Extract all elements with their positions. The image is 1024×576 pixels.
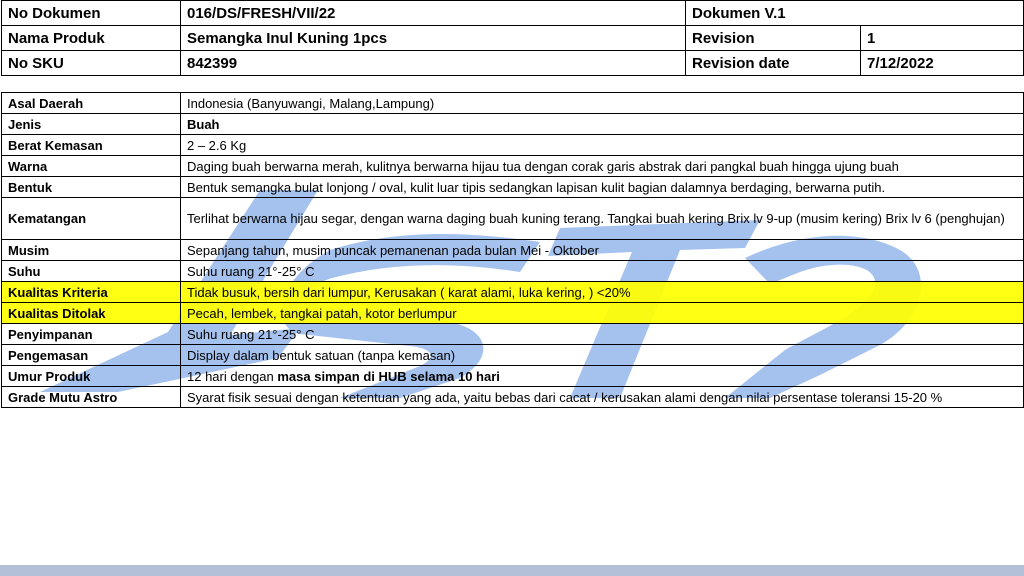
revision-date-label: Revision date	[685, 50, 861, 76]
spec-label: Bentuk	[1, 176, 181, 198]
spec-row-musim: Musim Sepanjang tahun, musim puncak pema…	[1, 239, 1024, 261]
spec-row-pengemasan: Pengemasan Display dalam bentuk satuan (…	[1, 344, 1024, 366]
spec-value: Sepanjang tahun, musim puncak pemanenan …	[180, 239, 1024, 261]
spec-value: 12 hari dengan masa simpan di HUB selama…	[180, 365, 1024, 387]
revision-label: Revision	[685, 25, 861, 51]
spec-value: Daging buah berwarna merah, kulitnya ber…	[180, 155, 1024, 177]
spec-label: Warna	[1, 155, 181, 177]
spec-row-grade: Grade Mutu Astro Syarat fisik sesuai den…	[1, 386, 1024, 408]
spec-label: Umur Produk	[1, 365, 181, 387]
spec-value: Pecah, lembek, tangkai patah, kotor berl…	[180, 302, 1024, 324]
spec-value: Bentuk semangka bulat lonjong / oval, ku…	[180, 176, 1024, 198]
header-row-product: Nama Produk Semangka Inul Kuning 1pcs Re…	[1, 25, 1024, 51]
spec-value: Display dalam bentuk satuan (tanpa kemas…	[180, 344, 1024, 366]
spec-label: Musim	[1, 239, 181, 261]
spec-value: Terlihat berwarna hijau segar, dengan wa…	[180, 197, 1024, 240]
spec-row-penyimpanan: Penyimpanan Suhu ruang 21°-25° C	[1, 323, 1024, 345]
spec-value: Syarat fisik sesuai dengan ketentuan yan…	[180, 386, 1024, 408]
spec-row-bentuk: Bentuk Bentuk semangka bulat lonjong / o…	[1, 176, 1024, 198]
spec-row-ditolak: Kualitas Ditolak Pecah, lembek, tangkai …	[1, 302, 1024, 324]
spec-value: Tidak busuk, bersih dari lumpur, Kerusak…	[180, 281, 1024, 303]
spec-row-umur: Umur Produk 12 hari dengan masa simpan d…	[1, 365, 1024, 387]
spec-label: Kualitas Ditolak	[1, 302, 181, 324]
sku-label: No SKU	[1, 50, 181, 76]
spec-row-asal: Asal Daerah Indonesia (Banyuwangi, Malan…	[1, 92, 1024, 114]
spec-value: Indonesia (Banyuwangi, Malang,Lampung)	[180, 92, 1024, 114]
spec-value: Suhu ruang 21°-25° C	[180, 260, 1024, 282]
product-label: Nama Produk	[1, 25, 181, 51]
doc-version: Dokumen V.1	[685, 0, 1024, 26]
umur-prefix: 12 hari dengan	[187, 368, 278, 384]
revision-date-value: 7/12/2022	[860, 50, 1024, 76]
spec-row-suhu: Suhu Suhu ruang 21°-25° C	[1, 260, 1024, 282]
spec-row-warna: Warna Daging buah berwarna merah, kulitn…	[1, 155, 1024, 177]
spec-label: Asal Daerah	[1, 92, 181, 114]
doc-no-label: No Dokumen	[1, 0, 181, 26]
spec-row-berat: Berat Kemasan 2 – 2.6 Kg	[1, 134, 1024, 156]
spec-row-kriteria: Kualitas Kriteria Tidak busuk, bersih da…	[1, 281, 1024, 303]
spec-value: 2 – 2.6 Kg	[180, 134, 1024, 156]
spec-label: Pengemasan	[1, 344, 181, 366]
spec-value: Buah	[180, 113, 1024, 135]
spec-label: Berat Kemasan	[1, 134, 181, 156]
spec-label: Suhu	[1, 260, 181, 282]
umur-bold: masa simpan di HUB selama 10 hari	[277, 368, 500, 384]
spec-table: Asal Daerah Indonesia (Banyuwangi, Malan…	[1, 92, 1024, 408]
spec-row-kematangan: Kematangan Terlihat berwarna hijau segar…	[1, 197, 1024, 240]
header-table: No Dokumen 016/DS/FRESH/VII/22 Dokumen V…	[1, 0, 1024, 76]
spec-label: Jenis	[1, 113, 181, 135]
product-value: Semangka Inul Kuning 1pcs	[180, 25, 686, 51]
spec-label: Kematangan	[1, 197, 181, 240]
spec-label: Kualitas Kriteria	[1, 281, 181, 303]
spec-value: Suhu ruang 21°-25° C	[180, 323, 1024, 345]
spec-label: Grade Mutu Astro	[1, 386, 181, 408]
footer-bar	[0, 565, 1024, 576]
header-row-document: No Dokumen 016/DS/FRESH/VII/22 Dokumen V…	[1, 0, 1024, 26]
spec-row-jenis: Jenis Buah	[1, 113, 1024, 135]
doc-no-value: 016/DS/FRESH/VII/22	[180, 0, 686, 26]
spec-label: Penyimpanan	[1, 323, 181, 345]
revision-value: 1	[860, 25, 1024, 51]
sku-value: 842399	[180, 50, 686, 76]
header-row-sku: No SKU 842399 Revision date 7/12/2022	[1, 50, 1024, 76]
